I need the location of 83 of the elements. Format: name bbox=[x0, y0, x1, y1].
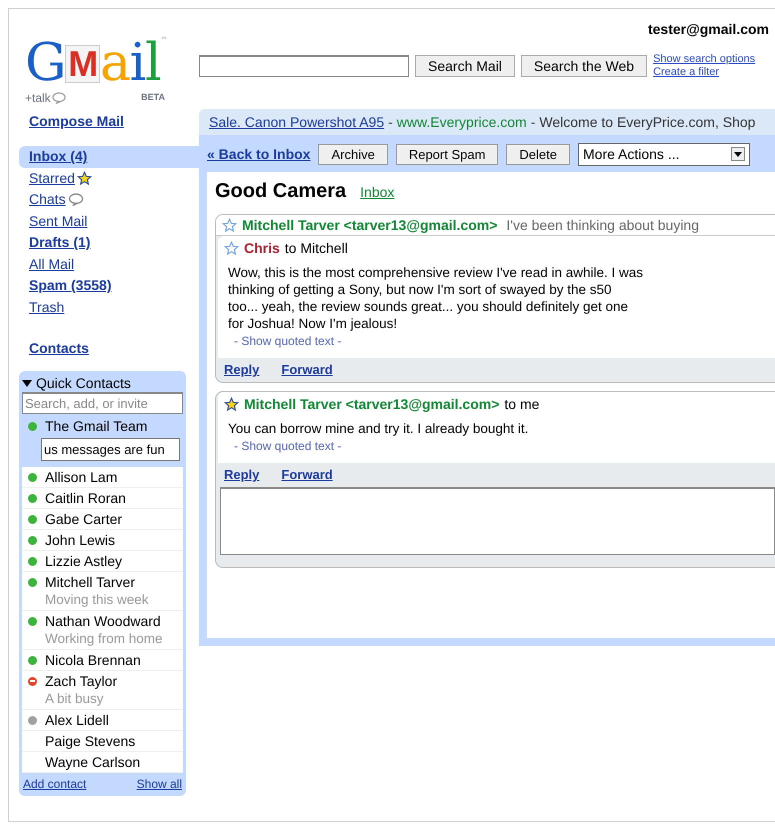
toolbar-button[interactable]: Report Spam bbox=[396, 144, 498, 164]
search-options-link[interactable]: Show search options bbox=[653, 53, 756, 66]
quick-contacts-title[interactable]: Quick Contacts bbox=[36, 372, 131, 394]
contact-footer-link[interactable]: Add contact bbox=[23, 775, 86, 793]
conversation-subject: Good Camera bbox=[215, 179, 346, 204]
message-snippet: I've been thinking about buying bbox=[506, 216, 700, 235]
folder-link[interactable]: Inbox (4) bbox=[19, 146, 199, 168]
search-options-link[interactable]: Create a filter bbox=[653, 66, 756, 79]
reply-text-area[interactable] bbox=[220, 487, 775, 555]
contact-name: John Lewis bbox=[45, 531, 116, 549]
contact-name: Nathan Woodward bbox=[45, 612, 162, 630]
contact-row[interactable]: John Lewis bbox=[22, 530, 183, 551]
folder-link[interactable]: Drafts (1) bbox=[19, 232, 199, 254]
label-link[interactable]: Inbox bbox=[360, 182, 394, 203]
message-action-link[interactable]: Forward bbox=[281, 360, 333, 380]
message-action-link[interactable]: Reply bbox=[224, 465, 260, 485]
contact-row[interactable]: Lizzie Astley bbox=[22, 551, 183, 572]
compose-mail-link[interactable]: Compose Mail bbox=[29, 111, 199, 132]
sender-name: Mitchell Tarver <tarver13@gmail.com> bbox=[244, 394, 500, 414]
search-field[interactable] bbox=[199, 55, 409, 77]
folder-link[interactable]: Trash bbox=[19, 296, 199, 318]
contact-row[interactable]: Paige Stevens bbox=[22, 731, 183, 752]
star-icon[interactable] bbox=[224, 240, 239, 256]
contacts-link[interactable]: Contacts bbox=[29, 338, 199, 359]
message-action-link[interactable]: Forward bbox=[281, 465, 333, 485]
folder-link[interactable]: Sent Mail bbox=[19, 210, 199, 232]
contact-row[interactable]: Gabe Carter bbox=[22, 509, 183, 530]
recipient-text: to Mitchell bbox=[284, 238, 348, 258]
contact-search-field[interactable]: Search, add, or invite bbox=[22, 392, 183, 414]
toolbar-button[interactable]: Delete bbox=[506, 144, 570, 164]
contact-name: Caitlin Roran bbox=[45, 489, 126, 507]
contact-name: Wayne Carlson bbox=[45, 753, 140, 771]
collapsed-message[interactable]: Mitchell Tarver <tarver13@gmail.com> I've been thinking about buying bbox=[216, 215, 775, 236]
message-action-link[interactable]: Reply bbox=[224, 360, 260, 380]
sender-name: Mitchell Tarver <tarver13@gmail.com> bbox=[242, 216, 498, 235]
contact-name: Gabe Carter bbox=[45, 510, 122, 528]
sender-name: Chris bbox=[244, 238, 280, 258]
speech-bubble-icon bbox=[52, 92, 66, 104]
contact-row[interactable]: Caitlin Roran bbox=[22, 488, 183, 509]
ad-url: www.Everyprice.com bbox=[396, 112, 527, 132]
recipient-text: to me bbox=[504, 394, 540, 414]
status-message-field[interactable]: us messages are fun bbox=[41, 438, 180, 461]
contact-row[interactable]: Allison Lam bbox=[22, 467, 183, 488]
show-quoted-text-link[interactable]: - Show quoted text - bbox=[234, 332, 342, 350]
ad-link[interactable]: Sale. Canon Powershot A95 bbox=[209, 112, 384, 132]
contact-status-note: A bit busy bbox=[45, 690, 105, 708]
contact-row[interactable]: Mitchell Tarver Moving this week bbox=[22, 572, 183, 611]
more-actions-dropdown[interactable]: More Actions ... bbox=[578, 142, 750, 166]
folder-link[interactable]: Starred bbox=[19, 168, 199, 189]
ad-text: Welcome to EveryPrice.com, Shop bbox=[539, 112, 756, 132]
message-body: Wow, this is the most comprehensive review I've read in awhile. I was thinking of getting a Sony, but now I'm sort of swayed by the s50 too... yeah, the review sounds great... you should definitely get one for Joshua! Now I'm jealous! bbox=[228, 264, 644, 332]
folder-link[interactable]: All Mail bbox=[19, 254, 199, 275]
folder-link[interactable]: Spam (3558) bbox=[19, 275, 199, 296]
contact-row[interactable]: Alex Lidell bbox=[22, 710, 183, 731]
star-icon[interactable] bbox=[76, 170, 92, 186]
toolbar-button[interactable]: Archive bbox=[318, 144, 388, 164]
contact-name: Paige Stevens bbox=[45, 732, 136, 750]
show-quoted-text-link[interactable]: - Show quoted text - bbox=[234, 437, 342, 455]
search-button[interactable]: Search the Web bbox=[520, 55, 648, 77]
contact-name: Alex Lidell bbox=[45, 711, 109, 729]
contact-row[interactable]: Wayne Carlson bbox=[22, 752, 183, 773]
contact-row[interactable]: Zach Taylor A bit busy bbox=[22, 671, 183, 710]
back-to-inbox-link[interactable]: « Back to Inbox bbox=[207, 144, 310, 164]
contact-name: Mitchell Tarver bbox=[45, 573, 136, 591]
star-icon[interactable] bbox=[222, 218, 237, 232]
contact-name: Nicola Brennan bbox=[45, 651, 141, 669]
message-body: You can borrow mine and try it. I already bought it. bbox=[228, 420, 530, 437]
account-email: tester@gmail.com bbox=[646, 20, 770, 39]
search-button[interactable]: Search Mail bbox=[415, 55, 515, 77]
contact-name: Zach Taylor bbox=[45, 672, 118, 690]
star-icon[interactable] bbox=[224, 396, 239, 412]
contact-name: Allison Lam bbox=[45, 468, 118, 486]
speech-bubble-icon bbox=[68, 193, 84, 206]
folder-link[interactable]: Chats bbox=[19, 189, 199, 210]
contact-status-note: Working from home bbox=[45, 630, 163, 648]
contact-name[interactable]: The Gmail Team bbox=[45, 416, 148, 436]
ad-separator: - bbox=[388, 112, 393, 132]
contact-row[interactable]: Nathan Woodward Working from home bbox=[22, 611, 183, 650]
contact-name: Lizzie Astley bbox=[45, 552, 122, 570]
contact-row[interactable]: Nicola Brennan bbox=[22, 650, 183, 671]
contact-footer-link[interactable]: Show all bbox=[136, 775, 182, 793]
ad-separator: - bbox=[530, 112, 536, 132]
contact-status-note: Moving this week bbox=[45, 591, 149, 609]
